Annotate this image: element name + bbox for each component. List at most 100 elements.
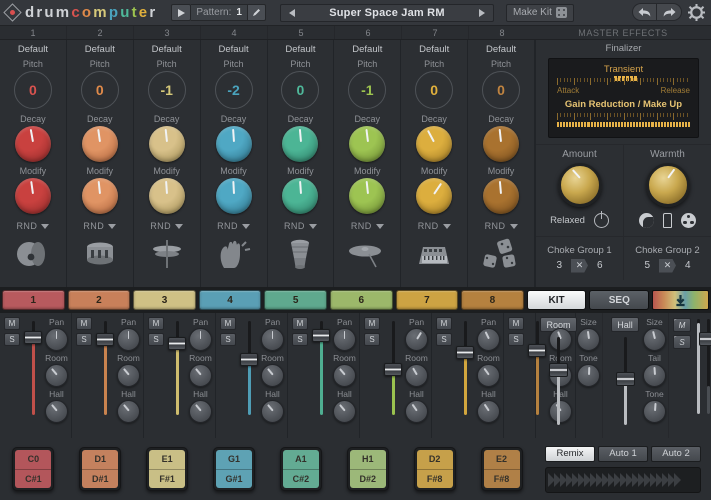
contrast-icon[interactable]: [639, 213, 654, 228]
x-icon[interactable]: ✕: [571, 259, 588, 273]
key-pad-3[interactable]: E1 F#1: [146, 447, 188, 491]
modify-knob[interactable]: [216, 178, 252, 214]
mute-button[interactable]: M: [508, 317, 524, 330]
solo-button[interactable]: S: [4, 333, 20, 346]
hall-send-knob[interactable]: [549, 400, 572, 423]
pad-button-7[interactable]: 7: [396, 290, 459, 310]
decay-knob[interactable]: [82, 126, 118, 162]
saturation-icon[interactable]: [681, 213, 696, 228]
master-mute-button[interactable]: M: [673, 318, 691, 332]
auto1-tab[interactable]: Auto 1: [598, 446, 648, 462]
hall-send-knob[interactable]: [261, 400, 284, 423]
remix-pattern-strip[interactable]: [545, 467, 701, 493]
hall-send-knob[interactable]: [45, 400, 68, 423]
choke1-right-value[interactable]: 6: [597, 260, 603, 271]
power-icon[interactable]: [594, 213, 609, 228]
modify-knob[interactable]: [15, 178, 51, 214]
volume-fader[interactable]: [527, 317, 547, 438]
pitch-knob[interactable]: 0: [14, 71, 52, 109]
decay-knob[interactable]: [216, 126, 252, 162]
instrument-icon-wrap[interactable]: [344, 237, 390, 271]
kit-next-button[interactable]: [471, 5, 493, 21]
pad-button-1[interactable]: 1: [2, 290, 65, 310]
pitch-knob[interactable]: -2: [215, 71, 253, 109]
randomize-control[interactable]: RND: [83, 221, 116, 231]
volume-fader[interactable]: [239, 317, 259, 438]
mute-button[interactable]: M: [364, 317, 380, 330]
fader-handle[interactable]: [528, 344, 546, 357]
pad-button-3[interactable]: 3: [133, 290, 196, 310]
hall-tone-knob[interactable]: [643, 400, 666, 423]
fader-handle[interactable]: [168, 337, 186, 350]
pad-button-2[interactable]: 2: [68, 290, 131, 310]
instrument-icon-wrap[interactable]: [411, 237, 457, 271]
play-button[interactable]: [171, 4, 191, 21]
channel-name-label[interactable]: Default: [419, 44, 449, 55]
mute-button[interactable]: M: [148, 317, 164, 330]
decay-knob[interactable]: [282, 126, 318, 162]
channel-name-label[interactable]: Default: [18, 44, 48, 55]
pitch-knob[interactable]: -1: [348, 71, 386, 109]
seq-tab[interactable]: SEQ: [589, 290, 649, 310]
key-pad-2[interactable]: D1 D#1: [79, 447, 121, 491]
randomize-control[interactable]: RND: [418, 221, 451, 231]
decay-knob[interactable]: [483, 126, 519, 162]
solo-button[interactable]: S: [148, 333, 164, 346]
pan-knob[interactable]: [189, 328, 212, 351]
pan-knob[interactable]: [549, 328, 572, 351]
x-icon[interactable]: ✕: [659, 259, 676, 273]
instrument-icon-wrap[interactable]: [211, 237, 257, 271]
pattern-edit-button[interactable]: [248, 4, 266, 21]
key-pad-8[interactable]: E2 F#8: [481, 447, 523, 491]
fader-handle[interactable]: [24, 331, 42, 344]
mute-button[interactable]: M: [220, 317, 236, 330]
pitch-knob[interactable]: 0: [482, 71, 520, 109]
warmth-knob[interactable]: [646, 163, 690, 207]
master-volume-handle[interactable]: [699, 332, 711, 346]
pan-knob[interactable]: [45, 328, 68, 351]
room-send-knob[interactable]: [405, 364, 428, 387]
pitch-knob[interactable]: 0: [281, 71, 319, 109]
channel-name-label[interactable]: Default: [152, 44, 182, 55]
decay-knob[interactable]: [15, 126, 51, 162]
solo-button[interactable]: S: [220, 333, 236, 346]
channel-name-label[interactable]: Default: [352, 44, 382, 55]
pattern-selector[interactable]: Pattern: 1: [191, 4, 248, 21]
randomize-control[interactable]: RND: [284, 221, 317, 231]
choke1-left-value[interactable]: 3: [556, 260, 562, 271]
solo-button[interactable]: S: [508, 333, 524, 346]
volume-fader[interactable]: [455, 317, 475, 438]
mute-button[interactable]: M: [76, 317, 92, 330]
randomize-control[interactable]: RND: [16, 221, 49, 231]
modify-knob[interactable]: [349, 178, 385, 214]
pitch-knob[interactable]: -1: [148, 71, 186, 109]
mute-button[interactable]: M: [4, 317, 20, 330]
pitch-knob[interactable]: 0: [81, 71, 119, 109]
instrument-icon-wrap[interactable]: [77, 237, 123, 271]
reverb-fader-track[interactable]: [557, 337, 560, 425]
channel-name-label[interactable]: Default: [285, 44, 315, 55]
decay-knob[interactable]: [416, 126, 452, 162]
hall-send-knob[interactable]: [117, 400, 140, 423]
pan-knob[interactable]: [405, 328, 428, 351]
hall-tail-knob[interactable]: [643, 364, 666, 387]
instrument-icon-wrap[interactable]: [478, 237, 524, 271]
pan-knob[interactable]: [117, 328, 140, 351]
solo-button[interactable]: S: [292, 333, 308, 346]
mute-button[interactable]: M: [436, 317, 452, 330]
randomize-control[interactable]: RND: [485, 221, 518, 231]
tube-icon[interactable]: [663, 213, 672, 228]
key-pad-5[interactable]: A1 C#2: [280, 447, 322, 491]
pitch-knob[interactable]: 0: [415, 71, 453, 109]
room-tone-knob[interactable]: [577, 364, 600, 387]
fader-handle[interactable]: [240, 353, 258, 366]
modify-knob[interactable]: [483, 178, 519, 214]
solo-button[interactable]: S: [76, 333, 92, 346]
fader-handle[interactable]: [96, 333, 114, 346]
amount-knob[interactable]: [558, 163, 602, 207]
master-solo-button[interactable]: S: [673, 335, 691, 349]
kit-tab[interactable]: KIT: [527, 290, 587, 310]
room-send-knob[interactable]: [261, 364, 284, 387]
finalizer-display[interactable]: Transient Attack Release Gain Reduction …: [548, 58, 699, 138]
pad-button-6[interactable]: 6: [330, 290, 393, 310]
